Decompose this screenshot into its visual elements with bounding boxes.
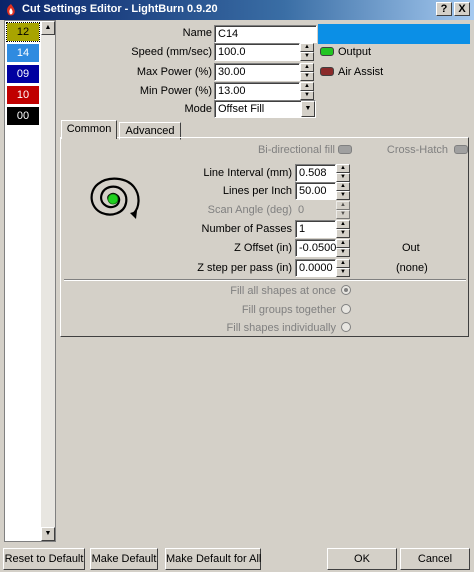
cancel-button[interactable]: Cancel	[400, 548, 470, 570]
scroll-up-arrow-icon[interactable]: ▲	[41, 21, 55, 35]
chevron-down-icon[interactable]: ▼	[301, 101, 315, 117]
lines-per-inch-spinner[interactable]: ▲ ▼	[336, 182, 350, 200]
spin-up-icon[interactable]: ▲	[300, 82, 314, 91]
z-step-label: Z step per pass (in)	[197, 262, 292, 274]
scan-angle-input[interactable]: 0	[298, 204, 304, 216]
radio-dot-icon	[344, 288, 348, 292]
number-of-passes-input[interactable]: 1	[295, 220, 336, 238]
spin-down-icon[interactable]: ▼	[336, 210, 350, 219]
fill-groups-radio[interactable]	[341, 304, 351, 314]
mode-select[interactable]: Offset Fill ▼	[214, 100, 316, 118]
scan-angle-spinner[interactable]: ▲ ▼	[336, 201, 350, 219]
lightburn-logo-icon	[7, 4, 15, 16]
ok-button[interactable]: OK	[327, 548, 397, 570]
layer-item[interactable]: 00	[7, 107, 39, 125]
min-power-input[interactable]: 13.00	[214, 82, 300, 100]
air-assist-toggle[interactable]	[320, 67, 334, 76]
lines-per-inch-input[interactable]: 50.00	[295, 182, 336, 200]
panel-divider	[64, 279, 466, 281]
z-offset-direction: Out	[402, 242, 420, 254]
spin-down-icon[interactable]: ▼	[300, 72, 314, 81]
speed-label: Speed (mm/sec)	[131, 46, 212, 58]
spin-down-icon[interactable]: ▼	[336, 173, 350, 182]
z-offset-label: Z Offset (in)	[234, 242, 292, 254]
spin-up-icon[interactable]: ▲	[300, 43, 314, 52]
lines-per-inch-label: Lines per Inch	[222, 185, 292, 197]
min-power-label: Min Power (%)	[139, 85, 212, 97]
spin-up-icon[interactable]: ▲	[336, 164, 350, 173]
name-label: Name	[182, 27, 212, 39]
number-of-passes-label: Number of Passes	[201, 223, 292, 235]
z-offset-input[interactable]: -0.0500	[295, 239, 336, 257]
tab-common[interactable]: Common	[61, 120, 117, 139]
scroll-down-arrow-icon[interactable]: ▼	[41, 527, 55, 541]
output-toggle[interactable]	[320, 47, 334, 56]
max-power-label: Max Power (%)	[136, 66, 212, 78]
max-power-input[interactable]: 30.00	[214, 63, 300, 81]
layer-item[interactable]: 10	[7, 86, 39, 104]
spin-down-icon[interactable]: ▼	[336, 229, 350, 238]
min-power-spinner[interactable]: ▲ ▼	[300, 82, 314, 100]
fill-individual-radio[interactable]	[341, 322, 351, 332]
crosshatch-toggle[interactable]	[454, 145, 468, 154]
spin-down-icon[interactable]: ▼	[300, 91, 314, 100]
make-default-for-all-button[interactable]: Make Default for All	[165, 548, 261, 570]
line-interval-spinner[interactable]: ▲ ▼	[336, 164, 350, 182]
layer-item[interactable]: 12	[6, 22, 40, 42]
spin-up-icon[interactable]: ▲	[336, 259, 350, 268]
spin-down-icon[interactable]: ▼	[336, 268, 350, 277]
fill-all-label: Fill all shapes at once	[230, 285, 336, 297]
mode-selected-value: Offset Fill	[218, 103, 265, 115]
layer-item[interactable]: 14	[7, 44, 39, 62]
close-button[interactable]: X	[454, 2, 470, 16]
layer-item[interactable]: 09	[7, 65, 39, 83]
line-interval-input[interactable]: 0.508	[295, 164, 336, 182]
air-assist-label: Air Assist	[338, 66, 384, 78]
spin-down-icon[interactable]: ▼	[336, 191, 350, 200]
offset-fill-spiral-icon	[90, 177, 140, 219]
spin-up-icon[interactable]: ▲	[336, 239, 350, 248]
spin-down-icon[interactable]: ▼	[300, 52, 314, 61]
title-bar: Cut Settings Editor - LightBurn 0.9.20 ?…	[0, 0, 474, 20]
speed-spinner[interactable]: ▲ ▼	[300, 43, 314, 61]
crosshatch-label: Cross-Hatch	[386, 144, 448, 156]
bidirectional-fill-toggle[interactable]	[338, 145, 352, 154]
bidirectional-fill-label: Bi-directional fill	[257, 144, 335, 156]
spin-up-icon[interactable]: ▲	[300, 63, 314, 72]
make-default-button[interactable]: Make Default	[90, 548, 158, 570]
mode-label: Mode	[184, 103, 212, 115]
z-offset-spinner[interactable]: ▲ ▼	[336, 239, 350, 257]
layer-color-swatch[interactable]	[318, 24, 470, 44]
help-button[interactable]: ?	[436, 2, 452, 16]
fill-groups-label: Fill groups together	[241, 304, 336, 316]
max-power-spinner[interactable]: ▲ ▼	[300, 63, 314, 81]
z-step-note: (none)	[396, 262, 428, 274]
fill-individual-label: Fill shapes individually	[226, 322, 336, 334]
layer-list[interactable]: ▲ ▼ 12 14 09 10 00	[4, 20, 56, 542]
window-title: Cut Settings Editor - LightBurn 0.9.20	[22, 3, 218, 15]
scan-angle-label: Scan Angle (deg)	[207, 204, 292, 216]
output-label: Output	[338, 46, 372, 58]
number-of-passes-spinner[interactable]: ▲ ▼	[336, 220, 350, 238]
reset-to-default-button[interactable]: Reset to Default	[3, 548, 85, 570]
spin-down-icon[interactable]: ▼	[336, 248, 350, 257]
z-step-spinner[interactable]: ▲ ▼	[336, 259, 350, 277]
z-step-input[interactable]: 0.0000	[295, 259, 336, 277]
spin-up-icon[interactable]: ▲	[336, 220, 350, 229]
spin-up-icon[interactable]: ▲	[336, 201, 350, 210]
speed-input[interactable]: 100.0	[214, 43, 300, 61]
layer-list-scrollbar[interactable]: ▲ ▼	[41, 21, 55, 541]
name-input[interactable]: C14	[214, 25, 317, 43]
line-interval-label: Line Interval (mm)	[203, 167, 292, 179]
spin-up-icon[interactable]: ▲	[336, 182, 350, 191]
fill-all-radio[interactable]	[341, 285, 351, 295]
